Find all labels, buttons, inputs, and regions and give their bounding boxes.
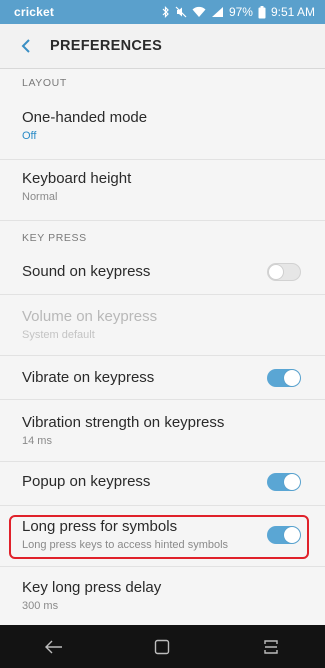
battery-percent: 97% [228, 5, 253, 19]
setting-value: Normal [22, 191, 58, 203]
setting-value: System default [22, 329, 95, 341]
bluetooth-icon [162, 6, 170, 18]
divider [0, 566, 325, 567]
setting-value: Off [22, 130, 37, 142]
setting-value: 300 ms [22, 600, 59, 612]
divider [0, 159, 325, 160]
setting-title: Volume on keypress [22, 308, 158, 325]
nav-home-button[interactable] [142, 627, 182, 667]
popup-on-keypress-toggle[interactable] [267, 473, 301, 491]
setting-title: Keyboard height [22, 170, 132, 187]
chevron-left-icon [21, 39, 30, 53]
divider [0, 355, 325, 356]
status-bar: cricket 97% 9:51 AM [0, 0, 325, 24]
signal-icon [211, 6, 224, 18]
divider [0, 294, 325, 295]
divider [0, 220, 325, 221]
sound-on-keypress-toggle[interactable] [267, 263, 301, 281]
section-header-key-press: KEY PRESS [22, 232, 87, 244]
navigation-bar [0, 625, 325, 668]
back-button[interactable] [6, 24, 46, 68]
divider [0, 399, 325, 400]
back-arrow-icon [45, 640, 63, 653]
battery-icon [258, 5, 266, 19]
clock: 9:51 AM [270, 5, 315, 19]
screen: cricket 97% 9:51 AM PREFERENCES LAYOUT O… [0, 0, 325, 668]
highlight-box [9, 515, 309, 559]
setting-one-handed-mode[interactable]: One-handed mode Off [0, 109, 325, 143]
setting-title: Sound on keypress [22, 263, 151, 280]
page-title: PREFERENCES [50, 38, 163, 54]
setting-value: 14 ms [22, 435, 52, 447]
setting-keyboard-height[interactable]: Keyboard height Normal [0, 170, 325, 204]
status-icons: 97% 9:51 AM [162, 5, 315, 19]
setting-title: Key long press delay [22, 579, 162, 596]
setting-volume-on-keypress: Volume on keypress System default [0, 308, 325, 342]
wifi-icon [192, 6, 206, 18]
setting-title: Vibrate on keypress [22, 369, 155, 386]
recents-icon [264, 639, 278, 654]
divider [0, 461, 325, 462]
app-header: PREFERENCES [0, 24, 325, 68]
section-header-layout: LAYOUT [22, 77, 67, 89]
vibrate-on-keypress-toggle[interactable] [267, 369, 301, 387]
nav-back-button[interactable] [34, 627, 74, 667]
setting-title: Popup on keypress [22, 473, 151, 490]
carrier-name: cricket [14, 5, 55, 19]
home-icon [155, 639, 170, 654]
nav-recents-button[interactable] [251, 627, 291, 667]
divider [0, 505, 325, 506]
setting-vibration-strength[interactable]: Vibration strength on keypress 14 ms [0, 414, 325, 448]
mute-icon [175, 6, 187, 18]
setting-title: One-handed mode [22, 109, 148, 126]
setting-key-long-press-delay[interactable]: Key long press delay 300 ms [0, 579, 325, 613]
setting-title: Vibration strength on keypress [22, 414, 225, 431]
